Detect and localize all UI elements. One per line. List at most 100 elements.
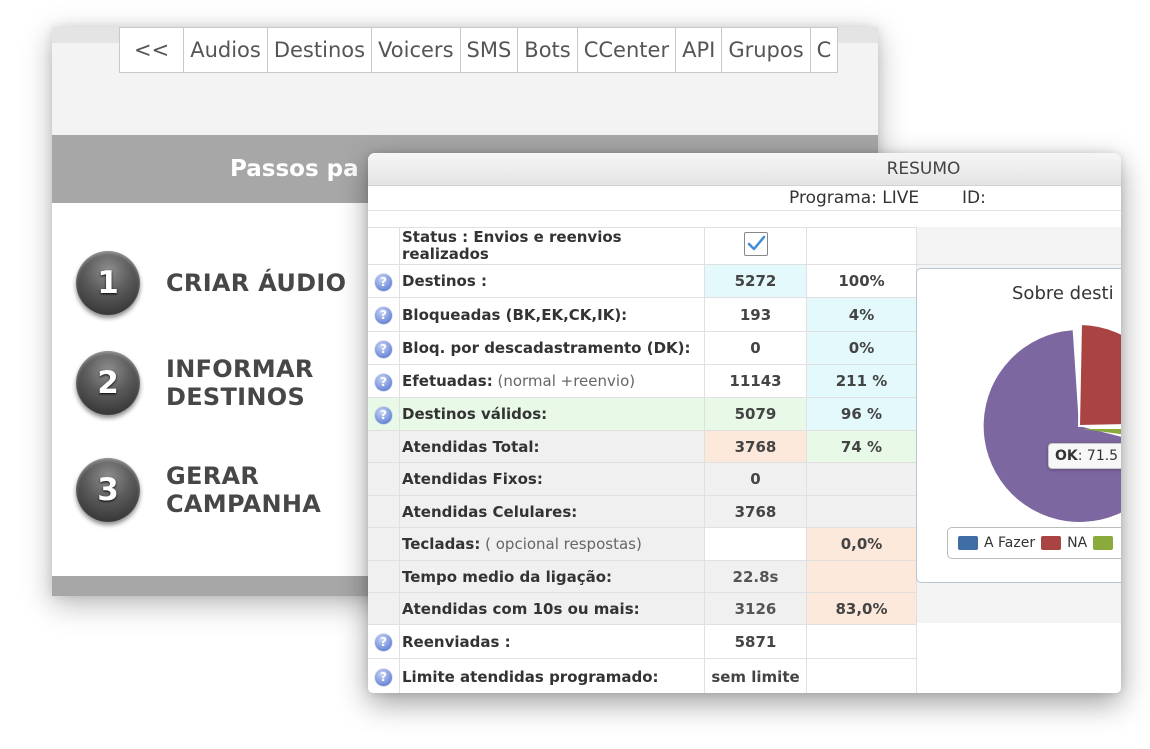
row-percent: [806, 658, 917, 693]
help-cell: ?: [368, 331, 400, 365]
status-label: Status : Envios e reenvios realizados: [399, 227, 705, 265]
help-icon[interactable]: ?: [375, 307, 392, 324]
table-row: Tecladas: ( opcional respostas) 0,0%: [368, 527, 917, 561]
row-percent: [806, 495, 917, 528]
row-label: Bloq. por descadastramento (DK):: [399, 331, 705, 365]
row-percent: [806, 624, 917, 659]
icon-cell: [368, 495, 400, 528]
help-icon[interactable]: ?: [375, 340, 392, 358]
row-percent: 83,0%: [806, 592, 917, 625]
nav-tab-grupos[interactable]: Grupos: [722, 27, 811, 73]
step-informar-destinos[interactable]: 2 INFORMAR DESTINOS: [76, 351, 314, 415]
help-cell: ?: [368, 658, 400, 693]
status-checkbox[interactable]: [743, 232, 768, 256]
legend-swatch: [958, 536, 978, 550]
step-label: INFORMAR DESTINOS: [166, 355, 314, 411]
program-name: Programa: LIVE: [789, 188, 920, 208]
chart-tooltip: OK: 71.5: [1048, 443, 1121, 469]
nav-tab-back[interactable]: <<: [119, 27, 185, 73]
help-icon[interactable]: ?: [375, 634, 392, 651]
help-cell: ?: [368, 297, 400, 332]
step-gerar-campanha[interactable]: 3 GERAR CAMPANHA: [76, 458, 321, 522]
table-row: ? Bloq. por descadastramento (DK): 0 0%: [368, 331, 917, 365]
row-label: Destinos :: [399, 264, 705, 298]
nav-tab-destinos[interactable]: Destinos: [267, 27, 373, 73]
table-row: Tempo medio da ligação: 22.8s: [368, 560, 917, 593]
icon-cell: [368, 430, 400, 463]
row-value: sem limite: [704, 658, 807, 693]
row-percent: 4%: [806, 297, 917, 332]
empty-icon-cell: [368, 227, 400, 265]
pie-slice-na[interactable]: [1077, 322, 1121, 428]
program-id-label: ID:: [962, 188, 986, 208]
icon-cell: [368, 560, 400, 593]
row-value: 3768: [704, 495, 807, 528]
step-label: CRIAR ÁUDIO: [166, 269, 347, 297]
row-percent: 96 %: [806, 397, 917, 431]
step-number-2-icon: 2: [76, 351, 140, 415]
status-check-cell: [704, 227, 807, 265]
dialog-titlebar[interactable]: RESUMO: [368, 153, 1121, 186]
steps-title: Passos pa: [230, 156, 359, 182]
icon-cell: [368, 462, 400, 496]
legend-item-na[interactable]: NA: [1041, 535, 1087, 551]
row-value: 3768: [704, 430, 807, 463]
row-percent: 100%: [806, 264, 917, 298]
legend-swatch: [1041, 536, 1062, 550]
row-label: Atendidas Celulares:: [399, 495, 705, 528]
row-value: 193: [704, 297, 807, 332]
row-value: 0: [704, 331, 807, 365]
help-cell: ?: [368, 397, 400, 431]
table-row: ? Limite atendidas programado: sem limit…: [368, 658, 917, 693]
icon-cell: [368, 592, 400, 625]
row-label: Bloqueadas (BK,EK,CK,IK):: [399, 297, 705, 332]
row-percent: 74 %: [806, 430, 917, 463]
program-line: Programa: LIVE ID:: [368, 186, 1121, 211]
row-value: 5272: [704, 264, 807, 298]
table-row: ? Destinos : 5272 100%: [368, 264, 917, 298]
row-label: Tempo medio da ligação:: [399, 560, 705, 593]
step-number-1-icon: 1: [76, 251, 140, 315]
legend-item-green[interactable]: [1093, 536, 1119, 550]
dialog-title: RESUMO: [886, 159, 961, 179]
nav-tab-ccenter[interactable]: CCenter: [577, 27, 677, 73]
nav-tab-more[interactable]: C: [810, 27, 839, 73]
tooltip-value: : 71.5: [1077, 448, 1119, 464]
row-value: 5871: [704, 624, 807, 659]
help-icon[interactable]: ?: [375, 669, 392, 686]
row-percent: [806, 560, 917, 593]
nav-tab-sms[interactable]: SMS: [460, 27, 519, 73]
table-row: ? Destinos válidos: 5079 96 %: [368, 397, 917, 431]
chart-area-top: [916, 227, 1121, 265]
step-number-3-icon: 3: [76, 458, 140, 522]
table-row: ? Reenviadas : 5871: [368, 624, 917, 659]
legend-item-a-fazer[interactable]: A Fazer: [958, 535, 1035, 551]
tooltip-label: OK: [1055, 448, 1078, 464]
nav-tab-voicers[interactable]: Voicers: [372, 27, 461, 73]
step-criar-audio[interactable]: 1 CRIAR ÁUDIO: [76, 251, 346, 315]
legend-swatch: [1093, 536, 1114, 550]
help-cell: ?: [368, 364, 400, 398]
chart-panel: Sobre desti OK: 71.5 A Fazer NA: [916, 268, 1121, 583]
table-row: Status : Envios e reenvios realizados: [368, 227, 917, 265]
resumo-dialog: RESUMO Programa: LIVE ID: Status : Envio…: [368, 153, 1121, 693]
help-icon[interactable]: ?: [375, 373, 392, 391]
row-label: Efetuadas: (normal +reenvio): [399, 364, 705, 398]
help-icon[interactable]: ?: [375, 406, 392, 424]
status-pct-cell: [806, 227, 917, 265]
table-row: ? Bloqueadas (BK,EK,CK,IK): 193 4%: [368, 297, 917, 332]
legend-label: NA: [1067, 535, 1088, 551]
row-note: ( opcional respostas): [480, 535, 642, 553]
nav-tab-audios[interactable]: Audios: [184, 27, 268, 73]
row-label: Atendidas com 10s ou mais:: [399, 592, 705, 625]
nav-tab-bots[interactable]: Bots: [518, 27, 578, 73]
table-row: Atendidas Total: 3768 74 %: [368, 430, 917, 463]
nav-tab-api[interactable]: API: [676, 27, 723, 73]
chart-legend: A Fazer NA: [947, 527, 1121, 559]
checkmark-icon: [747, 235, 765, 251]
main-nav-tabs: << Audios Destinos Voicers SMS Bots CCen…: [119, 27, 839, 73]
row-note: (normal +reenvio): [492, 372, 636, 390]
icon-cell: [368, 527, 400, 561]
help-icon[interactable]: ?: [375, 273, 392, 291]
row-label: Atendidas Fixos:: [399, 462, 705, 496]
